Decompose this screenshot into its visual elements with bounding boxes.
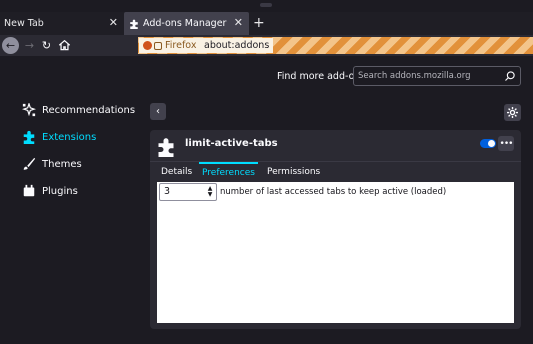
sidebar-item-label: Extensions xyxy=(42,131,97,143)
tab-strip: New Tab ✕ Add-ons Manager ✕ xyxy=(0,12,533,35)
reload-icon[interactable]: ↻ xyxy=(38,37,55,54)
sidebar-item-label: Recommendations xyxy=(42,104,136,116)
brush-icon xyxy=(23,157,36,170)
tab-preferences[interactable]: Preferences xyxy=(199,162,258,181)
spinner-arrows-icon[interactable]: ▲ ▼ xyxy=(206,186,214,198)
tools-button[interactable] xyxy=(504,104,521,121)
title-bar xyxy=(0,0,533,12)
close-icon[interactable]: ✕ xyxy=(109,17,118,29)
addon-enable-toggle[interactable] xyxy=(480,139,496,148)
preferences-panel xyxy=(157,182,514,323)
tab-label: Add-ons Manager xyxy=(143,18,227,29)
tabs-count-value: 3 xyxy=(164,186,171,197)
more-options-button[interactable]: ••• xyxy=(498,136,514,151)
sidebar-item-themes[interactable]: Themes xyxy=(22,156,82,172)
tab-new-tab[interactable]: New Tab ✕ xyxy=(0,12,124,35)
back-button[interactable]: ‹ xyxy=(150,103,166,120)
sidebar-item-recommendations[interactable]: Recommendations xyxy=(22,102,135,118)
url-text[interactable]: about:addons xyxy=(200,38,274,53)
back-arrow-icon[interactable]: ← xyxy=(2,37,19,54)
firefox-icon xyxy=(143,41,152,50)
tabs-count-input[interactable]: 3 ▲ ▼ xyxy=(159,183,217,201)
puzzle-icon xyxy=(23,130,35,144)
addon-puzzle-icon xyxy=(158,138,174,157)
robot-icon xyxy=(154,41,162,50)
addon-name: limit-active-tabs xyxy=(185,138,278,149)
search-icon xyxy=(505,71,515,81)
sidebar-item-extensions[interactable]: Extensions xyxy=(22,129,96,145)
tab-permissions[interactable]: Permissions xyxy=(267,162,320,181)
search-box[interactable] xyxy=(353,66,521,86)
sidebar-item-label: Themes xyxy=(42,158,82,170)
gear-icon xyxy=(507,107,518,118)
plugin-icon xyxy=(23,184,35,197)
window-grip[interactable] xyxy=(260,3,272,7)
recommendations-icon xyxy=(22,103,36,117)
tab-details[interactable]: Details xyxy=(161,162,192,181)
sidebar-item-plugins[interactable]: Plugins xyxy=(22,183,78,199)
sidebar-item-label: Plugins xyxy=(42,185,78,197)
tabs-count-label: number of last accessed tabs to keep act… xyxy=(220,187,447,197)
identity-box[interactable]: Firefox xyxy=(139,38,201,53)
toggle-knob xyxy=(488,140,495,147)
puzzle-icon xyxy=(130,19,138,29)
close-icon[interactable]: ✕ xyxy=(234,17,243,29)
ellipsis-icon: ••• xyxy=(499,138,514,149)
identity-label: Firefox xyxy=(165,40,197,51)
forward-arrow-icon[interactable]: → xyxy=(21,37,38,54)
search-input[interactable] xyxy=(358,69,503,83)
tab-add-ons-manager[interactable]: Add-ons Manager ✕ xyxy=(124,12,249,35)
new-tab-plus-icon[interactable]: + xyxy=(253,14,265,32)
home-icon[interactable] xyxy=(56,37,73,54)
chevron-left-icon: ‹ xyxy=(156,106,160,117)
tab-label: New Tab xyxy=(4,18,44,29)
addon-tabs: Details Preferences Permissions xyxy=(150,161,521,180)
